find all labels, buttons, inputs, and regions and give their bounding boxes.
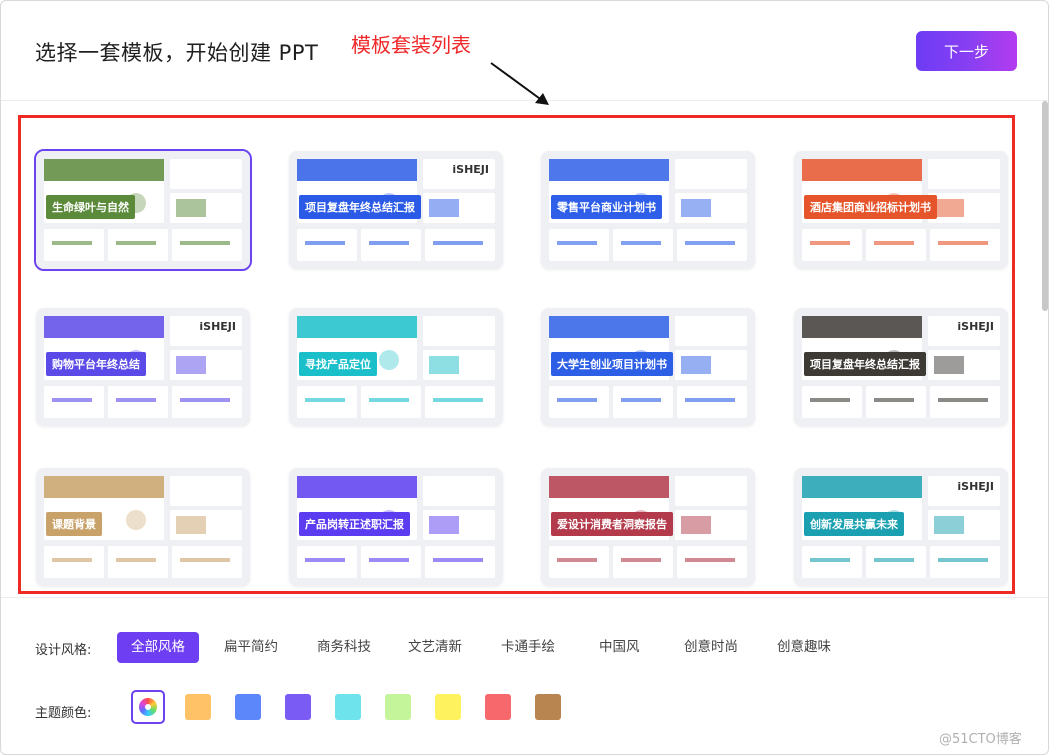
dialog-header: 选择一套模板，开始创建 PPT 模板套装列表 下一步 — [1, 1, 1048, 105]
template-title: 项目复盘年终总结汇报 — [804, 352, 926, 376]
template-brand: iSHEJI — [199, 320, 236, 333]
template-card[interactable]: 产品岗转正述职汇报 — [289, 468, 503, 586]
template-card[interactable]: 爱设计消费者洞察报告 — [541, 468, 755, 586]
template-card[interactable]: 项目复盘年终总结汇报 iSHEJI — [794, 308, 1008, 426]
next-step-button[interactable]: 下一步 — [916, 31, 1017, 71]
template-title: 大学生创业项目计划书 — [551, 352, 673, 376]
style-filter-chip[interactable]: 文艺清新 — [394, 632, 476, 663]
template-brand: iSHEJI — [452, 163, 489, 176]
style-filter-chip[interactable]: 扁平简约 — [210, 632, 292, 663]
template-dialog: 选择一套模板，开始创建 PPT 模板套装列表 下一步 生命绿叶与自然项目复盘年终… — [0, 0, 1049, 755]
style-filter-chip[interactable]: 创意时尚 — [670, 632, 752, 663]
template-title: 寻找产品定位 — [299, 352, 377, 376]
color-swatch[interactable] — [485, 694, 511, 720]
template-title: 课题背景 — [46, 512, 102, 536]
template-brand: iSHEJI — [957, 480, 994, 493]
template-title: 酒店集团商业招标计划书 — [804, 195, 937, 219]
divider — [1, 597, 1048, 598]
template-card[interactable]: 项目复盘年终总结汇报 iSHEJI — [289, 151, 503, 269]
template-card[interactable]: 购物平台年终总结 iSHEJI — [36, 308, 250, 426]
style-filter-chip[interactable]: 中国风 — [585, 632, 654, 663]
color-filter-label: 主题颜色: — [35, 706, 92, 721]
style-filter-chip[interactable]: 卡通手绘 — [487, 632, 569, 663]
template-title: 项目复盘年终总结汇报 — [299, 195, 421, 219]
template-list-frame: 生命绿叶与自然 项目复盘年终总结汇报 iSHEJI 零售平台商业计划书 酒店集团商业招标… — [18, 115, 1015, 594]
style-filter-label: 设计风格: — [35, 643, 92, 658]
template-title: 零售平台商业计划书 — [551, 195, 662, 219]
color-swatch[interactable] — [535, 694, 561, 720]
template-card[interactable]: 生命绿叶与自然 — [34, 149, 252, 271]
template-title: 爱设计消费者洞察报告 — [551, 512, 673, 536]
color-swatch[interactable] — [185, 694, 211, 720]
scrollbar[interactable] — [1042, 101, 1048, 593]
page-title: 选择一套模板，开始创建 PPT — [35, 41, 319, 65]
style-filter-chip[interactable]: 商务科技 — [303, 632, 385, 663]
template-title: 购物平台年终总结 — [46, 352, 146, 376]
template-brand: iSHEJI — [957, 320, 994, 333]
annotation-arrow-icon — [490, 62, 549, 105]
template-title: 产品岗转正述职汇报 — [299, 512, 410, 536]
template-card[interactable]: 酒店集团商业招标计划书 — [794, 151, 1008, 269]
watermark: @51CTO博客 — [939, 732, 1022, 747]
template-card[interactable]: 创新发展共赢未来 iSHEJI — [794, 468, 1008, 586]
template-title: 生命绿叶与自然 — [46, 195, 135, 219]
template-card[interactable]: 零售平台商业计划书 — [541, 151, 755, 269]
annotation-text: 模板套装列表 — [351, 33, 471, 57]
template-card[interactable]: 寻找产品定位 — [289, 308, 503, 426]
color-swatch[interactable] — [335, 694, 361, 720]
style-filter-chip[interactable]: 全部风格 — [117, 632, 199, 663]
template-card[interactable]: 大学生创业项目计划书 — [541, 308, 755, 426]
color-swatch[interactable] — [385, 694, 411, 720]
scrollbar-thumb[interactable] — [1042, 101, 1048, 311]
template-card[interactable]: 课题背景 — [36, 468, 250, 586]
color-wheel-icon — [139, 698, 157, 716]
color-swatch[interactable] — [435, 694, 461, 720]
color-swatch[interactable] — [285, 694, 311, 720]
color-swatch-all[interactable] — [131, 690, 165, 724]
style-filter-chip[interactable]: 创意趣味 — [763, 632, 845, 663]
color-swatch[interactable] — [235, 694, 261, 720]
template-title: 创新发展共赢未来 — [804, 512, 904, 536]
